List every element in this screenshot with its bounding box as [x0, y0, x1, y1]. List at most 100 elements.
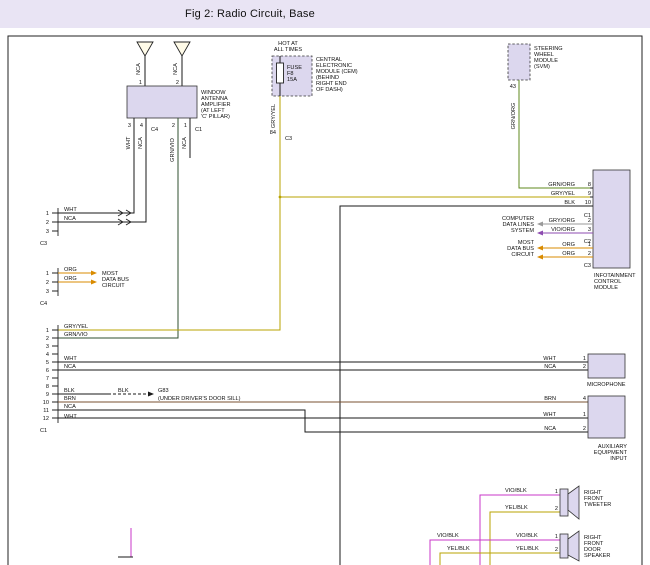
wire-junction-dot [279, 196, 282, 199]
wire-label-gry-org: GRY/ORG [549, 218, 575, 224]
antenna-icon [137, 42, 153, 56]
aux-box [588, 396, 625, 438]
pin-number: 4 [140, 123, 143, 129]
wire-label-org: ORG [64, 276, 77, 282]
pin-number: 2 [46, 220, 49, 226]
connector-bracket [52, 208, 58, 236]
wire-yel-blk-speaker [440, 553, 560, 565]
pin-number: 1 [588, 242, 591, 248]
arrow-right-icon [91, 271, 97, 276]
pin-number: 2 [588, 218, 591, 224]
pin-number: 2 [176, 80, 179, 86]
connector-label: C3 [285, 136, 292, 142]
pin-number: 2 [555, 547, 558, 553]
antenna-icon [174, 42, 190, 56]
pin-number: 1 [555, 489, 558, 495]
swm-label-line: (SVM) [534, 64, 550, 70]
connector-label: C4 [40, 301, 47, 307]
microphone-box [588, 354, 625, 378]
pin-number: 1 [46, 328, 49, 334]
wire-label-nca: NCA [182, 137, 188, 149]
connector-label: C3 [584, 263, 591, 269]
left-connector-c4: 1 2 3 ORG ORG MOST DATA BUS CIRCUIT C4 [40, 267, 129, 307]
wire-label-brn: BRN [544, 396, 556, 402]
wire-label-wht: WHT [543, 356, 556, 362]
pin-number: 9 [588, 191, 591, 197]
wire-label-blk: BLK [118, 388, 129, 394]
connector-label: C1 [195, 127, 202, 133]
central-electronic-module: HOT AT ALL TIMES FUSE F8 15A CENTRAL ELE… [270, 41, 358, 142]
cem-label-line: OF DASH) [316, 87, 343, 93]
wire-label-vio-blk: VIO/BLK [437, 533, 459, 539]
computer-data-lines-system: COMPUTER DATA LINES SYSTEM [502, 216, 593, 236]
connector-label: C1 [40, 428, 47, 434]
pin-number: 1 [555, 534, 558, 540]
pin-number: 2 [583, 426, 586, 432]
wire-label-org: ORG [562, 242, 575, 248]
speaker-cone-icon [568, 531, 579, 561]
swm-box [508, 44, 530, 80]
arrow-left-icon [537, 222, 543, 227]
wiring-diagram-canvas: NCA 1 NCA 2 WINDOW ANTENNA AMPLIFIER (AT… [0, 28, 650, 565]
wire-label-grn-org: GRN/ORG [511, 103, 517, 130]
pin-number: 3 [588, 227, 591, 233]
speaker-cone-icon [568, 486, 579, 519]
wire-label-nca: NCA [64, 364, 76, 370]
microphone-label: MICROPHONE [587, 382, 626, 388]
auxiliary-equipment-input: BRN 4 WHT 1 NCA 2 AUXILIARY EQUIPMENT IN… [543, 396, 627, 462]
window-antenna-2: NCA 2 [173, 42, 190, 86]
diagram-border [8, 36, 642, 565]
fuse-icon [277, 63, 284, 83]
connector-bracket [52, 325, 58, 423]
aux-label-line: INPUT [610, 456, 627, 462]
wire-label-yel-blk: YEL/BLK [505, 505, 528, 511]
pin-number: 11 [43, 408, 49, 414]
wire-label-nca: NCA [136, 63, 142, 75]
wire-label-gry-yel: GRY/YEL [551, 191, 575, 197]
wire-label-gry-yel: GRY/YEL [64, 324, 88, 330]
wire-label-nca: NCA [64, 404, 76, 410]
wire-label-blk: BLK [564, 200, 575, 206]
wire-label-wht: WHT [543, 412, 556, 418]
pin-number: 10 [43, 400, 49, 406]
pin-number: 3 [46, 289, 49, 295]
wire-label-wht: WHT [64, 207, 77, 213]
pin-number: 6 [46, 368, 49, 374]
pin-number: 1 [46, 271, 49, 277]
pin-number: 1 [139, 80, 142, 86]
wire-label-nca: NCA [544, 426, 556, 432]
speaker-icon [560, 489, 568, 516]
wire-label-brn: BRN [64, 396, 76, 402]
arrow-left-icon [537, 246, 543, 251]
wire-label-grn-org: GRN/ORG [548, 182, 575, 188]
pin-number: 8 [46, 384, 49, 390]
wire-label-blk: BLK [64, 388, 75, 394]
pin-number: 1 [583, 356, 586, 362]
pin-number: 2 [588, 251, 591, 257]
wire-label-vio-blk: VIO/BLK [516, 533, 538, 539]
wire-wht-amplifier [58, 118, 134, 213]
pin-number: 2 [172, 123, 175, 129]
infotainment-label-line: MODULE [594, 285, 618, 291]
pin-number: 12 [43, 416, 49, 422]
g83-ground: BLK G83 (UNDER DRIVER'S DOOR SILL) [58, 388, 241, 402]
figure-title: Fig 2: Radio Circuit, Base [185, 8, 315, 20]
pin-number: 1 [583, 412, 586, 418]
pin-number: 2 [555, 506, 558, 512]
wire-grn-vio [58, 118, 178, 338]
amplifier-box [127, 86, 197, 118]
connector-label: C4 [151, 127, 158, 133]
wire-nca-aux [58, 410, 588, 432]
wire-label-org: ORG [64, 267, 77, 273]
right-front-door-speaker: VIO/BLK YEL/BLK VIO/BLK YEL/BLK 1 2 RIGH… [430, 531, 610, 565]
microphone: WHT 1 NCA 2 MICROPHONE [543, 354, 626, 388]
connector-bracket [52, 268, 58, 296]
pin-number: 2 [46, 336, 49, 342]
pin-number: 3 [46, 344, 49, 350]
wire-label-nca: NCA [64, 216, 76, 222]
pin-number: 43 [510, 84, 516, 90]
ground-name: G83 [158, 388, 169, 394]
pin-number: 9 [46, 392, 49, 398]
steering-wheel-module: STEERING WHEEL MODULE (SVM) 43 GRN/ORG [508, 44, 563, 129]
wire-label-yel-blk: YEL/BLK [516, 546, 539, 552]
